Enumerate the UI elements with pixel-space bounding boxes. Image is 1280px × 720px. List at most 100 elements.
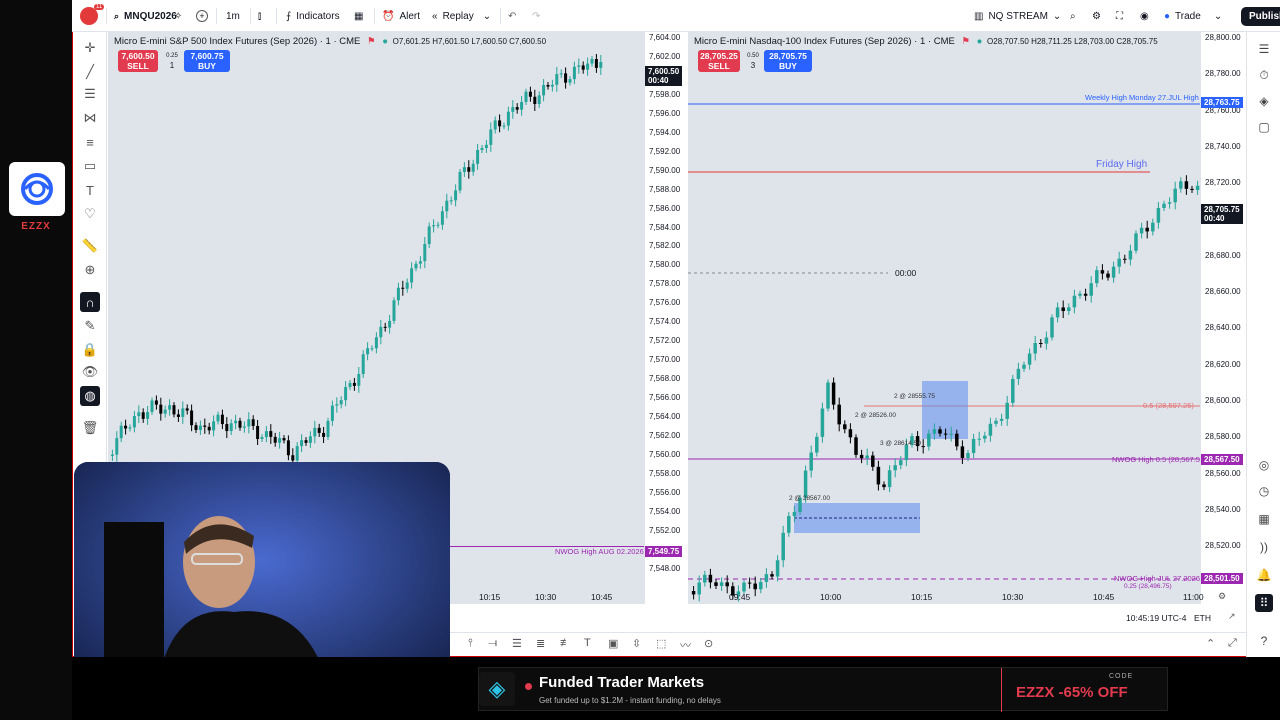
es-candle bbox=[216, 414, 220, 422]
price-scale-label: 7,592.00 bbox=[649, 146, 681, 156]
promo-logo-icon: ◈ bbox=[479, 672, 515, 706]
channel-tool-icon[interactable]: ☰ bbox=[512, 637, 522, 650]
nq-price-scale[interactable]: 28,800.00 28,780.00 28,760.00 28,740.00 28,7… bbox=[1200, 32, 1246, 604]
status-bar: 10:45:19 UTC-4 ETH ↗ bbox=[450, 608, 1246, 630]
es-price-scale[interactable]: 7,604.007,602.007,600.007,598.007,596.00… bbox=[644, 32, 688, 604]
nq-candle bbox=[859, 454, 864, 459]
es-quantity[interactable]: 0.25 1 bbox=[165, 51, 179, 71]
clock[interactable]: 10:45:19 UTC-4 bbox=[1126, 613, 1186, 623]
nq-candle bbox=[1033, 343, 1037, 354]
apps-grid-icon[interactable]: ⠿ bbox=[1255, 594, 1273, 612]
user-menu[interactable]: 11 bbox=[80, 0, 105, 32]
nq-ohlc: O28,707.50 H28,711.25 L28,703.00 C28,705… bbox=[987, 37, 1158, 46]
clock-icon[interactable]: ◷ bbox=[1255, 482, 1273, 500]
nq-quantity[interactable]: 0.50 3 bbox=[746, 51, 760, 71]
pencil-lock-icon[interactable]: ✎ bbox=[80, 316, 100, 336]
es-candle bbox=[234, 420, 238, 424]
es-buy-button[interactable]: 7,600.75 BUY bbox=[184, 50, 230, 72]
broadcast-icon[interactable]: )) bbox=[1255, 538, 1273, 556]
publish-button[interactable]: Publish bbox=[1241, 0, 1280, 32]
expand-icon[interactable]: ↗ bbox=[1228, 611, 1236, 622]
fullscreen-button[interactable]: ⛶ bbox=[1116, 0, 1123, 32]
es-candle bbox=[581, 65, 585, 70]
trash-icon[interactable]: 🗑 bbox=[80, 418, 100, 438]
path-tool-icon[interactable]: 〰 bbox=[680, 637, 691, 653]
chat-icon[interactable]: ▢ bbox=[1255, 118, 1273, 136]
pin-icon[interactable]: ⫯ bbox=[468, 637, 473, 650]
es-candle bbox=[396, 287, 400, 301]
replay-button[interactable]: «Replay ⌄ bbox=[432, 0, 491, 32]
ruler-tool-icon[interactable]: 📏 bbox=[80, 236, 100, 256]
collapse-icon[interactable]: ⌃ bbox=[1206, 637, 1215, 650]
pitchfork-tool-icon[interactable]: ⋈ bbox=[80, 108, 100, 128]
undo-button[interactable]: ↶ bbox=[508, 0, 516, 32]
quick-search-button[interactable]: ⌕ bbox=[1070, 0, 1076, 32]
nq-candle bbox=[1083, 293, 1088, 296]
calendar-icon[interactable]: ▦ bbox=[1255, 510, 1273, 528]
lock-icon[interactable]: 🔒 bbox=[80, 340, 100, 360]
watchlist-icon[interactable]: ☰ bbox=[1255, 40, 1273, 58]
scale-settings-icon[interactable]: ⚙ bbox=[1218, 591, 1226, 602]
es-sell-button[interactable]: 7,600.50 SELL bbox=[118, 50, 158, 72]
bell-icon[interactable]: 🔔 bbox=[1255, 566, 1273, 584]
price-scale-label: 7,570.00 bbox=[649, 355, 681, 365]
maximize-icon[interactable]: ⤢ bbox=[1228, 637, 1237, 650]
nq-sell-button[interactable]: 28,705.25 SELL bbox=[698, 50, 740, 72]
measure-tool-icon[interactable]: ⇳ bbox=[632, 637, 641, 650]
compare-symbol-button[interactable]: + bbox=[196, 0, 208, 32]
favorite-symbol-button[interactable]: ✧ bbox=[174, 0, 182, 32]
globe-icon[interactable]: ◍ bbox=[80, 386, 100, 406]
snapshot-button[interactable]: ◉ bbox=[1140, 0, 1149, 32]
templates-button[interactable]: ▦ bbox=[354, 0, 363, 32]
nq-candle bbox=[1134, 233, 1138, 251]
alerts-icon[interactable]: ⏱ bbox=[1255, 66, 1273, 84]
settings-button[interactable]: ⚙ bbox=[1092, 0, 1101, 32]
nq-session-label: 00:00 bbox=[895, 268, 917, 278]
gann-tool-icon[interactable]: ≢ bbox=[560, 637, 571, 649]
fib-tool-icon[interactable]: ≡ bbox=[80, 132, 100, 152]
trade-button[interactable]: ● Trade ⌄ bbox=[1164, 0, 1222, 32]
nq-candle bbox=[994, 420, 998, 424]
redo-button[interactable]: ↷ bbox=[532, 0, 540, 32]
chart-pane-nq[interactable]: Micro E-mini Nasdaq-100 Index Futures (S… bbox=[688, 32, 1207, 604]
indicators-button[interactable]: ⨍ Indicators bbox=[286, 0, 340, 32]
fib-tool-icon[interactable]: ≣ bbox=[536, 637, 545, 650]
rectangle-tool-icon[interactable]: ▭ bbox=[80, 156, 100, 176]
crosshair-tool-icon[interactable]: ✛ bbox=[80, 38, 100, 58]
target-tool-icon[interactable]: ⊙ bbox=[704, 637, 713, 650]
text-tool-icon[interactable]: T bbox=[584, 637, 591, 649]
nq-buy-button[interactable]: 28,705.75 BUY bbox=[764, 50, 812, 72]
es-candle bbox=[278, 438, 282, 443]
horizontal-lines-tool-icon[interactable]: ☰ bbox=[80, 84, 100, 104]
box-tool-icon[interactable]: ⬚ bbox=[656, 637, 666, 650]
alert-button[interactable]: ⏰ Alert bbox=[382, 0, 420, 32]
chart-type-button[interactable]: ⫾ bbox=[258, 0, 261, 32]
symbol-search-button[interactable]: ⌕ MNQU2026 bbox=[114, 0, 177, 32]
nq-candle bbox=[691, 591, 696, 595]
interval-button[interactable]: 1m bbox=[226, 0, 240, 32]
nq-candle bbox=[1117, 258, 1121, 267]
es-candle bbox=[207, 426, 211, 431]
es-candle bbox=[418, 261, 422, 264]
text-tool-icon[interactable]: T bbox=[80, 180, 100, 200]
note-tool-icon[interactable]: ▣ bbox=[608, 637, 618, 650]
nq-candle bbox=[1050, 317, 1054, 338]
layout-button[interactable]: ▥ NQ STREAM ⌄ bbox=[974, 0, 1061, 32]
trendline-tool-icon[interactable]: ╱ bbox=[80, 62, 100, 82]
line-tool-icon[interactable]: ⟞ bbox=[488, 637, 497, 650]
zoom-in-icon[interactable]: ⊕ bbox=[80, 260, 100, 280]
target-icon[interactable]: ◎ bbox=[1255, 456, 1273, 474]
heart-icon[interactable]: ♡ bbox=[80, 204, 100, 224]
promo-subtitle: Get funded up to $1.2M - instant funding… bbox=[539, 696, 721, 705]
price-scale-label: 28,640.00 bbox=[1205, 323, 1241, 333]
price-scale-label: 7,564.00 bbox=[649, 412, 681, 421]
es-candle bbox=[388, 320, 392, 328]
help-icon[interactable]: ? bbox=[1255, 632, 1273, 650]
promo-card[interactable]: ◈ Funded Trader Markets Get funded up to… bbox=[478, 667, 1168, 712]
magnet-icon[interactable]: ∩ bbox=[80, 292, 100, 312]
session-label[interactable]: ETH bbox=[1194, 613, 1211, 623]
eye-icon[interactable]: 👁 bbox=[80, 362, 100, 382]
price-scale-label: 28,680.00 bbox=[1205, 250, 1241, 260]
layers-icon[interactable]: ◈ bbox=[1255, 92, 1273, 110]
star-icon: ✧ bbox=[174, 10, 183, 22]
